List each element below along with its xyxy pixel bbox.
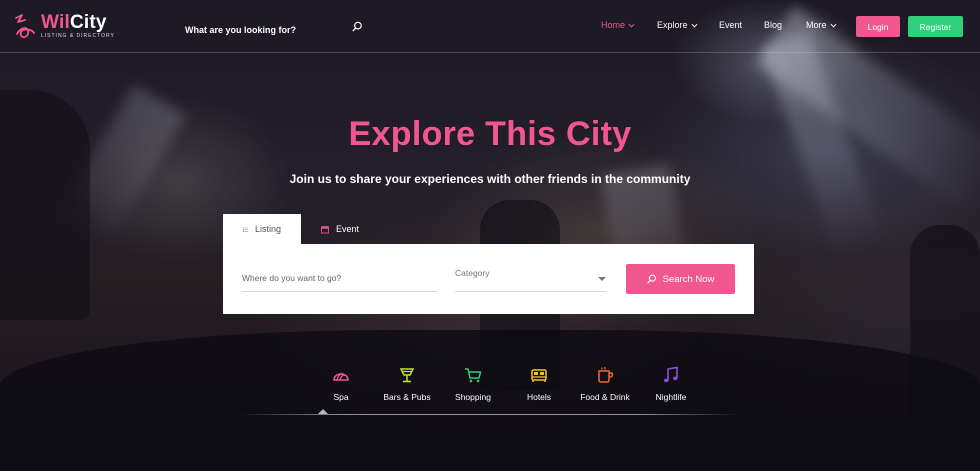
bed-icon (531, 369, 547, 382)
nav-item-explore[interactable]: Explore (657, 20, 719, 30)
search-now-button[interactable]: Search Now (626, 264, 735, 294)
brand-name-part1: Wil (41, 12, 70, 33)
login-button[interactable]: Login (856, 16, 900, 37)
category-divider (240, 414, 740, 415)
category-select[interactable]: Category (455, 268, 606, 292)
music-icon (664, 366, 678, 383)
category-food-drink[interactable]: Food & Drink (572, 366, 638, 402)
category-bars-pubs[interactable]: Bars & Pubs (374, 366, 440, 402)
search-icon[interactable] (352, 21, 363, 32)
category-nightlife[interactable]: Nightlife (638, 366, 704, 402)
category-label: Shopping (455, 392, 491, 402)
site-header: WilCity LISTING & DIRECTORY Home Explore… (0, 0, 980, 53)
tab-listing[interactable]: Listing (223, 214, 301, 244)
nav-item-event[interactable]: Event (719, 20, 764, 30)
chevron-down-icon (628, 23, 635, 27)
list-icon (243, 227, 248, 232)
nav-label: Blog (764, 20, 783, 30)
hero-subtitle: Join us to share your experiences with o… (289, 172, 691, 186)
tab-label: Listing (254, 224, 281, 234)
tab-label: Event (335, 224, 359, 234)
brand-name: WilCity (41, 13, 115, 32)
header-search (185, 20, 365, 35)
nav-label: Explore (657, 20, 688, 30)
category-label: Spa (333, 392, 349, 402)
caret-down-icon (598, 277, 606, 281)
nav-item-home[interactable]: Home (601, 20, 657, 30)
nav-label: More (806, 20, 827, 30)
cart-icon (465, 368, 482, 383)
category-label: Food & Drink (580, 392, 630, 402)
header-search-input[interactable] (185, 25, 345, 35)
category-label: Hotels (526, 392, 552, 402)
search-panel: Category Search Now (223, 244, 754, 314)
where-field (242, 268, 437, 292)
search-icon (647, 274, 656, 284)
nav-label: Event (719, 20, 743, 30)
logo-icon (15, 14, 35, 39)
search-button-label: Search Now (662, 273, 715, 285)
main-nav: Home Explore Event Blog More (601, 20, 846, 30)
logo[interactable]: WilCity LISTING & DIRECTORY (12, 12, 115, 40)
register-button[interactable]: Register (908, 16, 963, 37)
brand-tagline: LISTING & DIRECTORY (41, 33, 115, 39)
spa-icon (333, 372, 349, 381)
where-input[interactable] (242, 273, 437, 283)
category-label: Nightlife (655, 392, 687, 402)
tab-event[interactable]: Event (301, 214, 379, 244)
coffee-icon (598, 367, 614, 383)
cocktail-icon (399, 368, 415, 383)
category-shopping[interactable]: Shopping (440, 366, 506, 402)
active-category-pointer (318, 409, 328, 414)
brand-name-part2: City (69, 12, 107, 33)
chevron-down-icon (830, 23, 836, 27)
hero-title: Explore This City (348, 115, 632, 153)
search-tabs: Listing Event (223, 214, 379, 244)
chevron-down-icon (691, 23, 697, 27)
category-hotels[interactable]: Hotels (506, 366, 572, 402)
category-list: Spa Bars & Pubs Shopping Hotels Food & D… (308, 366, 704, 402)
nav-label: Home (601, 20, 626, 30)
category-placeholder: Category (455, 268, 490, 278)
nav-item-more[interactable]: More (806, 20, 846, 30)
logo-text: WilCity LISTING & DIRECTORY (41, 13, 115, 39)
calendar-icon (321, 225, 329, 233)
nav-item-blog[interactable]: Blog (764, 20, 806, 30)
category-spa[interactable]: Spa (308, 366, 374, 402)
category-label: Bars & Pubs (383, 392, 431, 402)
